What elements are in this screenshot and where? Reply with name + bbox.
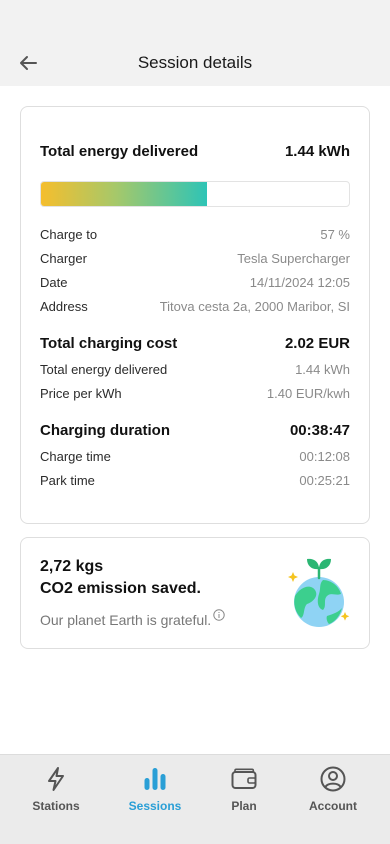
duration-label: Charging duration	[40, 422, 170, 439]
cost-row: Total charging cost 2.02 EUR	[40, 335, 350, 352]
co2-subtitle: Our planet Earth is grateful.	[40, 612, 212, 628]
cost-value: 2.02 EUR	[284, 335, 350, 352]
detail-row-address: Address Titova cesta 2a, 2000 Maribor, S…	[40, 299, 350, 314]
detail-row-date: Date 14/11/2024 12:05	[40, 275, 350, 290]
tab-account[interactable]: Account	[288, 763, 378, 819]
page-title: Session details	[137, 53, 253, 72]
content: Total energy delivered 1.44 kWh Charge t…	[0, 86, 390, 754]
detail-label: Address	[40, 299, 88, 314]
tab-label: Stations	[32, 799, 80, 813]
tab-label: Account	[309, 799, 357, 813]
co2-amount: 2,72 kgs	[40, 558, 104, 575]
duration-item-row: Park time 00:25:21	[40, 473, 350, 488]
duration-item-label: Charge time	[40, 449, 111, 464]
cost-item-row: Total energy delivered 1.44 kWh	[40, 362, 350, 377]
detail-value: 14/11/2024 12:05	[249, 275, 350, 290]
detail-label: Charge to	[40, 227, 98, 242]
energy-value: 1.44 kWh	[284, 143, 350, 160]
wallet-icon	[231, 768, 257, 789]
earth-sprout-icon	[288, 558, 350, 627]
cost-item-value: 1.40 EUR/kwh	[266, 386, 350, 401]
tab-sessions[interactable]: Sessions	[110, 763, 200, 819]
tab-label: Sessions	[128, 799, 182, 813]
cost-item-value: 1.44 kWh	[295, 362, 350, 377]
co2-label: CO2 emission saved.	[40, 580, 201, 597]
bar-chart-icon	[144, 768, 166, 790]
detail-value: Titova cesta 2a, 2000 Maribor, SI	[159, 299, 350, 314]
lightning-icon	[48, 767, 64, 791]
duration-item-row: Charge time 00:12:08	[40, 449, 350, 464]
info-icon[interactable]	[213, 609, 225, 621]
duration-item-label: Park time	[40, 473, 95, 488]
tab-stations[interactable]: Stations	[11, 763, 101, 819]
cost-item-label: Price per kWh	[40, 386, 122, 401]
user-circle-icon	[320, 766, 346, 792]
detail-value: Tesla Supercharger	[237, 251, 350, 266]
co2-savings-card: 2,72 kgs CO2 emission saved. Our planet …	[20, 537, 370, 649]
detail-label: Date	[40, 275, 68, 290]
energy-label: Total energy delivered	[40, 143, 199, 160]
detail-row-charge-to: Charge to 57 %	[40, 227, 350, 242]
tab-plan[interactable]: Plan	[199, 763, 289, 819]
energy-row: Total energy delivered 1.44 kWh	[40, 143, 350, 160]
header: Session details	[0, 0, 390, 86]
co2-subtitle-wrap: Our planet Earth is grateful.	[40, 609, 225, 628]
duration-value: 00:38:47	[289, 422, 350, 439]
cost-label: Total charging cost	[40, 335, 178, 352]
detail-row-charger: Charger Tesla Supercharger	[40, 251, 350, 266]
energy-progress-bar	[40, 181, 350, 207]
detail-label: Charger	[40, 251, 87, 266]
cost-item-label: Total energy delivered	[40, 362, 168, 377]
duration-item-value: 00:12:08	[299, 449, 350, 464]
duration-row: Charging duration 00:38:47	[40, 422, 350, 439]
session-summary-card: Total energy delivered 1.44 kWh Charge t…	[20, 106, 370, 524]
detail-value: 57 %	[320, 227, 350, 242]
bottom-tab-bar: Stations Sessions Plan Account	[0, 754, 390, 844]
duration-item-value: 00:25:21	[299, 473, 350, 488]
energy-progress-fill	[41, 182, 208, 206]
tab-label: Plan	[231, 799, 257, 813]
cost-item-row: Price per kWh 1.40 EUR/kwh	[40, 386, 350, 401]
